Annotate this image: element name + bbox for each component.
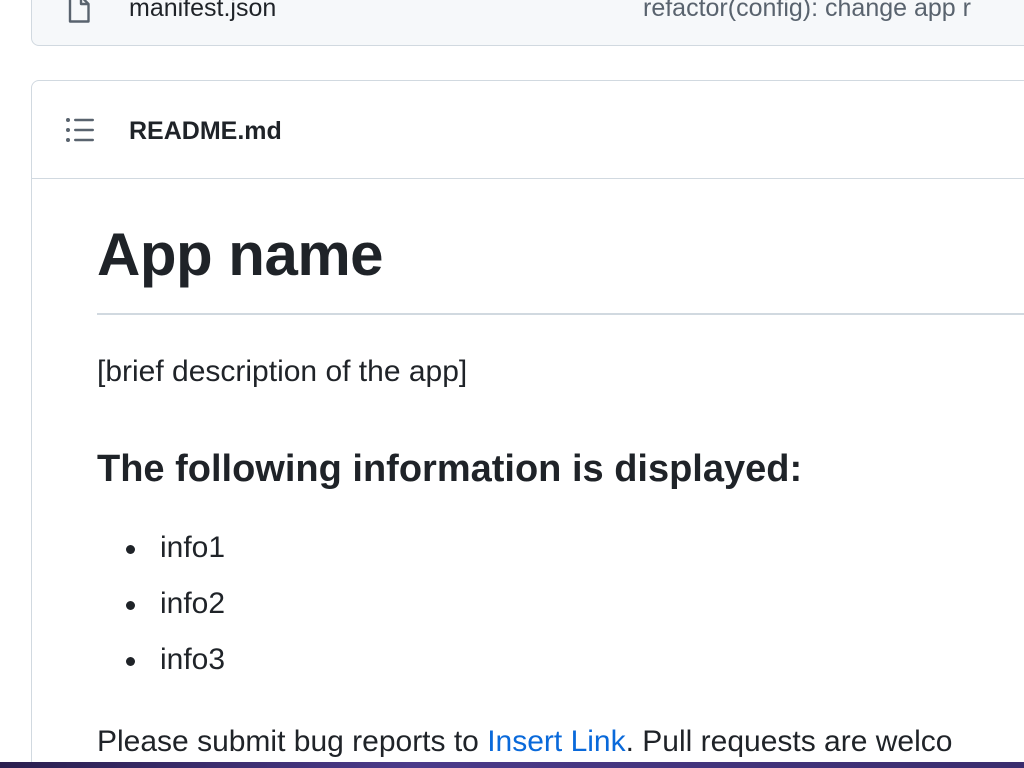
readme-header: README.md (32, 81, 1024, 179)
commit-message-link[interactable]: refactor(config): change app r (643, 0, 971, 24)
bullet-icon (126, 545, 135, 554)
paragraph-suffix: . Pull requests are welco (625, 725, 953, 758)
file-list: manifest.json refactor(config): change a… (31, 0, 1024, 46)
readme-title[interactable]: README.md (129, 115, 282, 147)
list-item-text: info3 (160, 643, 226, 676)
bug-report-paragraph: Please submit bug reports to Insert Link… (97, 723, 952, 761)
paragraph-prefix: Please submit bug reports to (97, 725, 488, 758)
list-item-text: info1 (160, 531, 226, 564)
readme-heading-1: App name (97, 221, 384, 288)
bullet-icon (126, 657, 135, 666)
list-item-text: info2 (160, 587, 226, 620)
page: manifest.json refactor(config): change a… (0, 0, 1024, 768)
file-row[interactable]: manifest.json refactor(config): change a… (32, 0, 1024, 27)
readme-heading-3: The following information is displayed: (97, 448, 803, 490)
readme-panel: README.md App name [brief description of… (31, 80, 1024, 768)
dock-edge (0, 762, 1024, 768)
list-unordered-icon[interactable] (64, 117, 96, 145)
file-name-link[interactable]: manifest.json (129, 0, 276, 24)
app-description: [brief description of the app] (97, 355, 468, 388)
file-icon (68, 0, 90, 23)
bullet-icon (126, 601, 135, 610)
insert-link[interactable]: Insert Link (487, 725, 625, 758)
heading-divider (97, 313, 1024, 315)
